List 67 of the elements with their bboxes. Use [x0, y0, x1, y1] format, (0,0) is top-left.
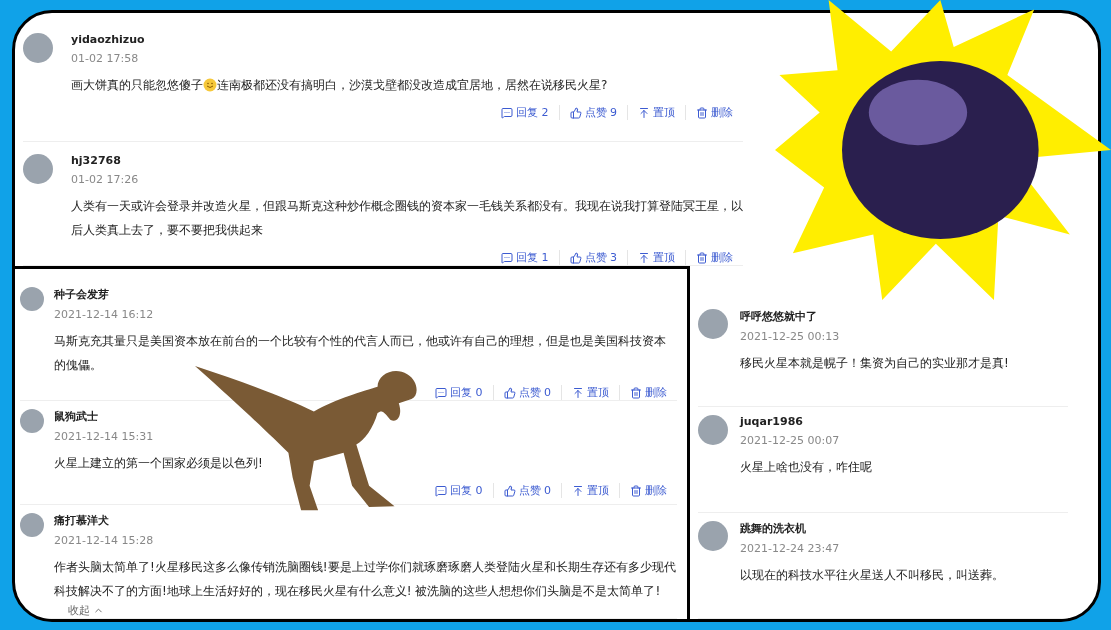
- avatar: [20, 287, 44, 311]
- comment-text: 作者头脑太简单了!火星移民这多么像传销洗脑圈钱!要是上过学你们就琢磨琢磨人类登陆火星和长期生存还有多少现代科技解决不了的方面!地球上生活好好的，现在移民火星有什么意义! 被洗脑的这些人想想你们头脑是不是太简单了!: [54, 559, 677, 600]
- comment-time: 2021-12-25 00:13: [740, 330, 841, 343]
- pin-button[interactable]: 置顶: [561, 385, 619, 400]
- delete-button[interactable]: 删除: [685, 105, 743, 120]
- like-button[interactable]: 点赞 9: [558, 105, 627, 120]
- comment-time: 01-02 17:26: [71, 173, 140, 186]
- comment-time: 2021-12-24 23:47: [740, 542, 841, 555]
- comment-icon: [501, 106, 513, 119]
- trash-icon: [630, 484, 642, 497]
- avatar: [698, 309, 728, 339]
- reply-button[interactable]: 回复 1: [491, 250, 559, 265]
- trash-icon: [696, 251, 708, 264]
- comment-text: 移民火星本就是幌子！集资为自己的实业那才是真!: [740, 355, 1009, 372]
- comment-text: 连南极都还没有搞明白，沙漠戈壁都没改造成宜居地，居然在说移民火星?: [217, 77, 608, 94]
- username: 鼠狗武士: [54, 409, 99, 424]
- pin-button[interactable]: 置顶: [627, 105, 685, 120]
- pin-button[interactable]: 置顶: [627, 250, 685, 265]
- comment-text: 人类有一天或许会登录并改造火星，但跟马斯克这种炒作概念圈钱的资本家一毛钱关系都没有。我现在说我打算登陆冥王星，以后人类真上去了，要不要把我供起来: [71, 198, 743, 239]
- username: 呼呼悠悠就中了: [740, 309, 818, 324]
- pin-top-icon: [638, 106, 650, 119]
- avatar: [20, 513, 44, 537]
- comment-text: 以现在的科技水平往火星送人不叫移民，叫送葬。: [740, 567, 1004, 584]
- comment-text: 火星上啥也没有，咋住呢: [740, 459, 872, 476]
- username: 跳舞的洗衣机: [740, 521, 807, 536]
- like-button[interactable]: 点赞 3: [558, 250, 627, 265]
- comment-icon: [435, 386, 447, 399]
- smiley-icon: [203, 78, 217, 92]
- delete-button[interactable]: 删除: [619, 385, 677, 400]
- thumbs-up-icon: [503, 386, 516, 399]
- avatar: [23, 154, 53, 184]
- comment-time: 2021-12-14 15:28: [54, 534, 155, 547]
- comment-time: 2021-12-14 15:31: [54, 430, 155, 443]
- collapse-link[interactable]: 收起: [68, 603, 104, 618]
- comment-time: 2021-12-14 16:12: [54, 308, 155, 321]
- thumbs-up-icon: [569, 251, 582, 264]
- pin-top-icon: [572, 484, 584, 497]
- like-button[interactable]: 点赞 0: [492, 385, 561, 400]
- comment-icon: [435, 484, 447, 497]
- comment-time: 01-02 17:58: [71, 52, 140, 65]
- pin-top-icon: [572, 386, 584, 399]
- username: hj32768: [71, 154, 122, 167]
- avatar: [698, 521, 728, 551]
- delete-button[interactable]: 删除: [619, 483, 677, 498]
- avatar: [698, 415, 728, 445]
- comment-icon: [501, 251, 513, 264]
- pin-button[interactable]: 置顶: [561, 483, 619, 498]
- reply-button[interactable]: 回复 0: [425, 385, 493, 400]
- username: 痛打慕洋犬: [54, 513, 110, 528]
- like-button[interactable]: 点赞 0: [492, 483, 561, 498]
- comment-time: 2021-12-25 00:07: [740, 434, 841, 447]
- username: juqar1986: [740, 415, 804, 428]
- comment-text: 马斯克充其量只是美国资本放在前台的一个比较有个性的代言人而已，他或许有自己的理想，但是也是美国科技资本的傀儡。: [54, 333, 667, 374]
- username: 种子会发芽: [54, 287, 110, 302]
- comment-text: 画大饼真的只能忽悠傻子: [71, 77, 203, 94]
- avatar: [23, 33, 53, 63]
- avatar: [20, 409, 44, 433]
- pin-top-icon: [638, 251, 650, 264]
- reply-button[interactable]: 回复 0: [425, 483, 493, 498]
- comment-text: 火星上建立的第一个国家必须是以色列!: [54, 455, 263, 472]
- reply-button[interactable]: 回复 2: [491, 105, 559, 120]
- trash-icon: [630, 386, 642, 399]
- trash-icon: [696, 106, 708, 119]
- delete-button[interactable]: 删除: [685, 250, 743, 265]
- username: yidaozhizuo: [71, 33, 146, 46]
- thumbs-up-icon: [503, 484, 516, 497]
- thumbs-up-icon: [569, 106, 582, 119]
